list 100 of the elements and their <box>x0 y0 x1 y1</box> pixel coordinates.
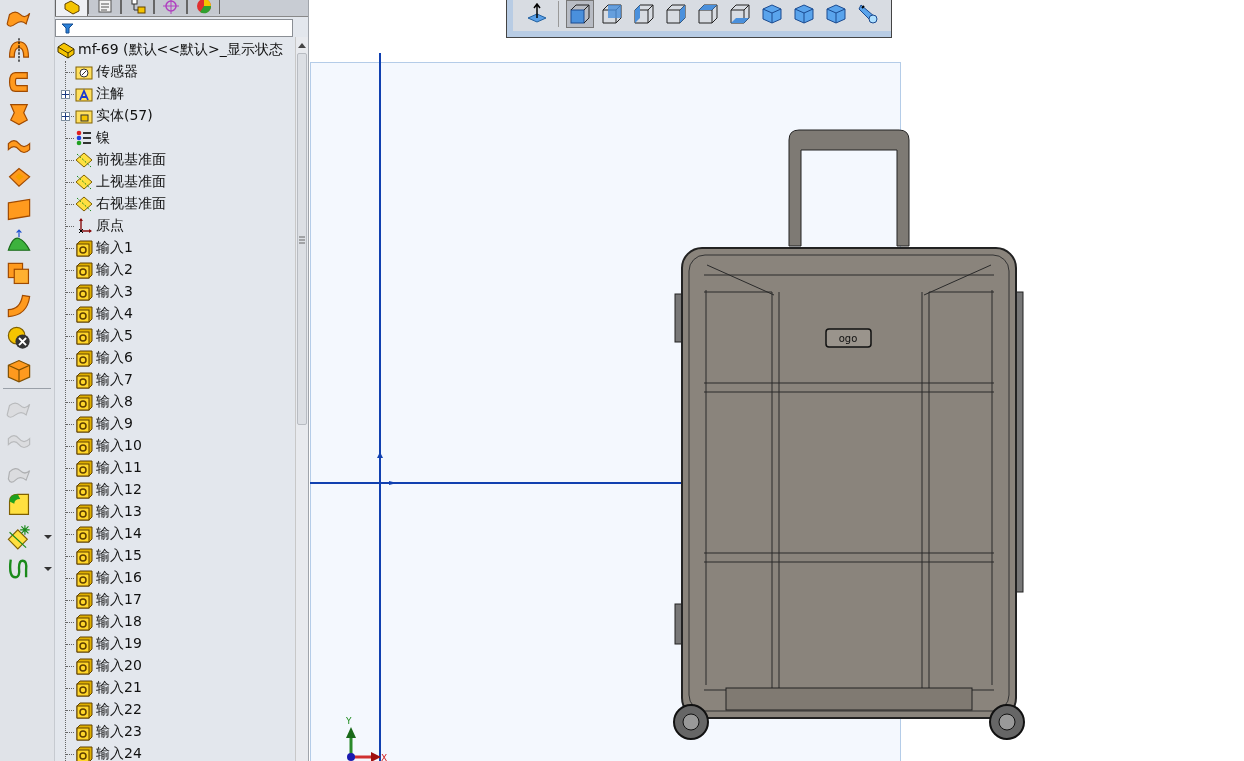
axis-label: X <box>381 753 388 761</box>
normal-to-icon <box>526 3 548 25</box>
tree-item[interactable]: 输入6 <box>96 349 133 367</box>
bend-icon[interactable] <box>6 293 32 319</box>
tree-item[interactable]: 输入15 <box>96 547 142 565</box>
material-icon <box>75 129 93 147</box>
import-feature-icon <box>75 481 93 499</box>
expand-toggle[interactable] <box>61 89 70 99</box>
tree-item[interactable]: 输入21 <box>96 679 142 697</box>
rounded-box-icon[interactable] <box>6 492 32 518</box>
tree-item[interactable]: 前视基准面 <box>96 151 166 169</box>
import-feature-icon <box>75 723 93 741</box>
axis-label: Y <box>346 716 352 726</box>
plus-icon <box>62 112 69 120</box>
tree-item[interactable]: 注解 <box>96 85 124 103</box>
import-feature-icon <box>75 437 93 455</box>
camera-icon <box>857 3 879 25</box>
import-feature-icon <box>75 701 93 719</box>
tree-item[interactable]: 传感器 <box>96 63 138 81</box>
iso-cube-icon <box>761 3 783 25</box>
plane-icon <box>75 151 93 169</box>
filter-field[interactable] <box>55 19 293 37</box>
import-feature-icon <box>75 635 93 653</box>
tree-item[interactable]: 镍 <box>96 129 110 147</box>
plane-icon[interactable] <box>6 197 32 223</box>
import-feature-icon <box>75 261 93 279</box>
dropdown-caret-icon[interactable] <box>44 534 52 540</box>
panel-tab[interactable] <box>121 0 154 14</box>
import-feature-icon <box>75 679 93 697</box>
tree-icon <box>62 0 81 16</box>
delete-face-icon[interactable] <box>6 325 32 351</box>
cube-front-icon <box>601 3 623 25</box>
plane-icon <box>75 195 93 213</box>
crosshair-icon <box>161 0 180 15</box>
part-name[interactable]: mf-69 (默认<<默认>_显示状态 <box>78 41 283 59</box>
tree-item[interactable]: 输入24 <box>96 745 142 761</box>
cube-top-icon <box>697 3 719 25</box>
import-feature-icon <box>75 459 93 477</box>
tree-item[interactable]: 输入14 <box>96 525 142 543</box>
tree-item[interactable]: 输入17 <box>96 591 142 609</box>
tree-item[interactable]: 输入2 <box>96 261 133 279</box>
tree-item[interactable]: 原点 <box>96 217 124 235</box>
import-feature-icon <box>75 525 93 543</box>
iso-cube-icon <box>793 3 815 25</box>
stacked-squares-icon[interactable] <box>6 261 32 287</box>
dropdown-caret-icon[interactable] <box>44 566 52 572</box>
annotation-icon <box>75 85 93 103</box>
import-feature-icon <box>75 327 93 345</box>
iso-cube-icon <box>825 3 847 25</box>
cube-bottom-icon <box>729 3 751 25</box>
tree-item[interactable]: 输入22 <box>96 701 142 719</box>
tree-item[interactable]: 上视基准面 <box>96 173 166 191</box>
filter-icon[interactable] <box>62 22 73 34</box>
box-icon[interactable] <box>6 357 32 383</box>
import-feature-icon <box>75 613 93 631</box>
panel-tab[interactable] <box>187 0 220 14</box>
tree-item[interactable]: 输入13 <box>96 503 142 521</box>
arc-surface-icon[interactable] <box>6 37 32 63</box>
expand-toggle[interactable] <box>61 111 70 121</box>
tree-item[interactable]: 输入5 <box>96 327 133 345</box>
tree-item[interactable]: 输入18 <box>96 613 142 631</box>
panel-tab[interactable] <box>154 0 187 14</box>
import-feature-icon <box>75 503 93 521</box>
tree-item[interactable]: 输入11 <box>96 459 142 477</box>
tree-item[interactable]: 输入12 <box>96 481 142 499</box>
cube-right-icon <box>665 3 687 25</box>
grip-icon[interactable] <box>299 236 305 244</box>
plane-sparkle-icon[interactable] <box>6 524 32 550</box>
configuration-icon <box>128 0 147 15</box>
import-feature-icon <box>75 305 93 323</box>
sensor-icon <box>75 63 93 81</box>
panel-tab[interactable] <box>88 0 121 14</box>
axis-triad-drawing <box>346 727 381 761</box>
scroll-up-icon[interactable] <box>298 42 306 48</box>
tree-item[interactable]: 输入8 <box>96 393 133 411</box>
import-feature-icon <box>75 569 93 587</box>
tree-item[interactable]: 输入19 <box>96 635 142 653</box>
import-feature-icon <box>75 547 93 565</box>
cube-left-icon <box>633 3 655 25</box>
tree-item[interactable]: 输入7 <box>96 371 133 389</box>
tree-item[interactable]: 实体(57) <box>96 107 153 125</box>
part-icon <box>57 41 75 59</box>
color-wheel-icon <box>194 0 213 15</box>
tree-item[interactable]: 输入10 <box>96 437 142 455</box>
scrollbar[interactable] <box>295 37 308 761</box>
tree-item[interactable]: 输入16 <box>96 569 142 587</box>
tree-item[interactable]: 输入20 <box>96 657 142 675</box>
import-feature-icon <box>75 393 93 411</box>
tree-item[interactable]: 输入3 <box>96 283 133 301</box>
import-feature-icon <box>75 591 93 609</box>
property-list-icon <box>95 0 114 15</box>
import-feature-icon <box>75 745 93 761</box>
tree-item[interactable]: 右视基准面 <box>96 195 166 213</box>
tree-item[interactable]: 输入23 <box>96 723 142 741</box>
panel-tab[interactable] <box>55 0 88 16</box>
tree-item[interactable]: 输入9 <box>96 415 133 433</box>
import-feature-icon <box>75 657 93 675</box>
plane-icon <box>75 173 93 191</box>
tree-item[interactable]: 输入4 <box>96 305 133 323</box>
tree-item[interactable]: 输入1 <box>96 239 133 257</box>
